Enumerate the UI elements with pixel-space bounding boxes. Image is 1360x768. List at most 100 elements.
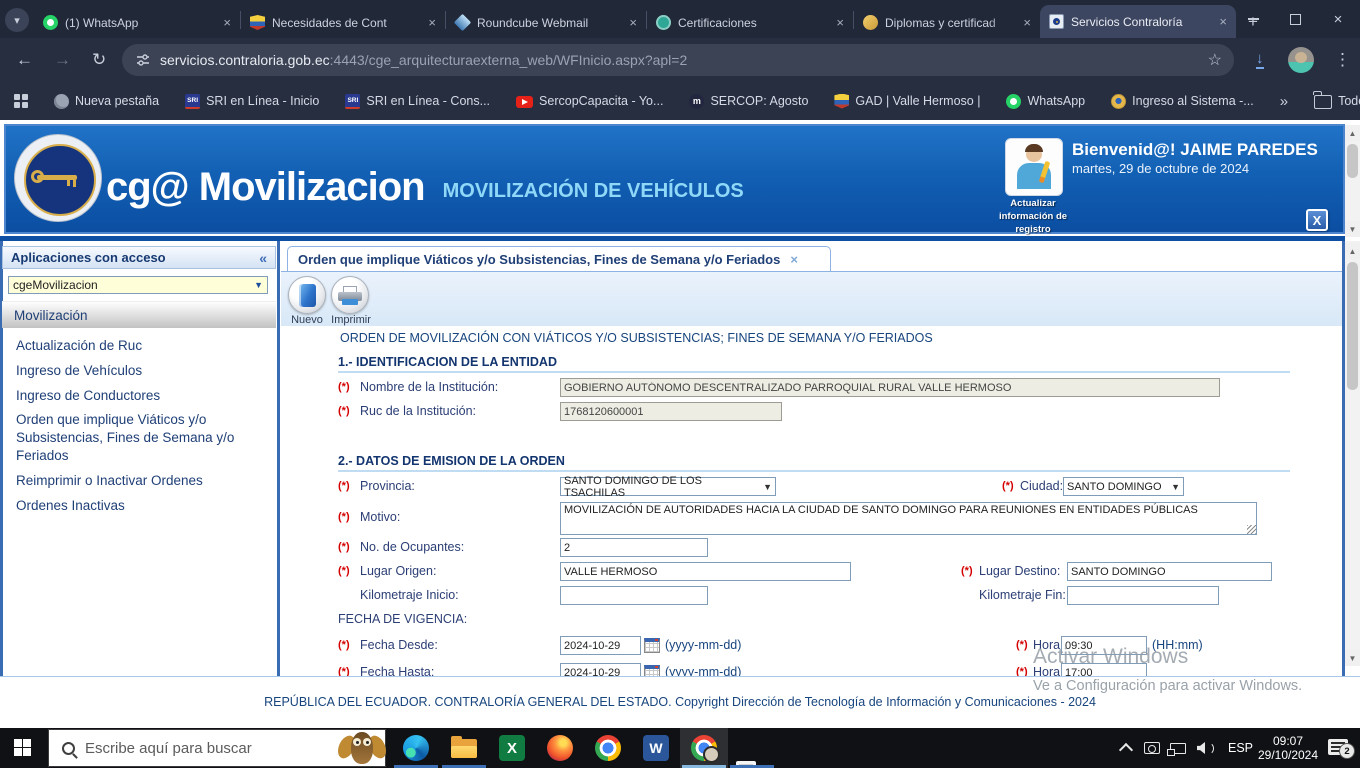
tab-close-icon[interactable]: × (1219, 14, 1227, 29)
taskbar-word-icon[interactable]: W (643, 735, 669, 761)
bookmark-sri-consultas[interactable]: SRI SRI en Línea - Cons... (345, 93, 490, 109)
notification-badge: 2 (1339, 743, 1355, 759)
app-title-block: cg@ Movilizacion MOVILIZACIÓN DE VEHÍCUL… (106, 165, 744, 210)
sidebar-item-ingreso-conductores[interactable]: Ingreso de Conductores (16, 387, 268, 405)
tab-search-button[interactable]: ▾ (5, 8, 29, 32)
site-settings-icon[interactable] (136, 53, 150, 67)
scroll-down-button[interactable]: ▼ (1345, 221, 1360, 237)
taskbar-firefox-icon[interactable] (547, 735, 573, 761)
print-button-label: Imprimir (331, 314, 371, 326)
start-button[interactable] (14, 739, 31, 756)
scrollbar-thumb[interactable] (1347, 144, 1358, 178)
scroll-down-button[interactable]: ▼ (1345, 650, 1360, 666)
back-button[interactable]: ← (16, 50, 33, 70)
sidebar-item-ordenes-inactivas[interactable]: Ordenes Inactivas (16, 497, 268, 515)
bookmark-whatsapp[interactable]: WhatsApp (1006, 93, 1085, 109)
tab-whatsapp[interactable]: (1) WhatsApp × (34, 7, 240, 38)
bookmark-sri-inicio[interactable]: SRI SRI en Línea - Inicio (185, 93, 319, 109)
fecha-desde-input[interactable] (560, 636, 641, 655)
bookmark-ingreso-sistema[interactable]: Ingreso al Sistema -... (1111, 93, 1254, 109)
sidebar-item-ingreso-vehiculos[interactable]: Ingreso de Vehículos (16, 362, 268, 380)
taskbar-search-box[interactable]: Escribe aquí para buscar (48, 729, 390, 767)
motivo-textarea[interactable]: MOVILIZACIÓN DE AUTORIDADES HACIA LA CIU… (560, 502, 1257, 535)
content-tab-close-icon[interactable]: × (790, 252, 798, 267)
calendar-icon[interactable] (644, 638, 660, 653)
tab-roundcube[interactable]: Roundcube Webmail × (446, 7, 646, 38)
reload-button[interactable]: ↻ (92, 50, 106, 70)
sidebar-collapse-icon[interactable]: « (259, 250, 267, 266)
lugar-origen-input[interactable] (560, 562, 851, 581)
scrollbar-thumb[interactable] (1347, 262, 1358, 390)
window-close-button[interactable]: × (1324, 0, 1352, 38)
tab-close-icon[interactable]: × (428, 15, 436, 30)
window-restore-button[interactable] (1281, 0, 1309, 38)
textarea-resize-handle[interactable] (1247, 525, 1256, 534)
all-bookmarks-button[interactable]: Todos los marcadores (1313, 91, 1360, 109)
required-marker: (*) (961, 565, 973, 577)
network-icon[interactable] (1167, 743, 1186, 756)
tab-servicios-contraloria-active[interactable]: Servicios Contraloría × (1040, 5, 1236, 38)
apps-grid-icon[interactable] (14, 94, 28, 108)
speaker-icon[interactable] (1197, 742, 1205, 754)
bookmarks-overflow-chevron[interactable]: » (1280, 93, 1288, 110)
tab-certificaciones[interactable]: Certificaciones × (647, 7, 853, 38)
taskbar-file-explorer-icon[interactable] (451, 735, 477, 761)
update-registration-avatar[interactable] (1005, 138, 1063, 196)
provincia-select[interactable]: SANTO DOMINGO DE LOS TSACHILAS ▼ (560, 475, 776, 499)
action-center-icon[interactable]: 2 (1328, 739, 1355, 759)
taskbar-chrome-icon[interactable] (595, 735, 621, 761)
taskbar-chrome-active-icon[interactable] (691, 735, 720, 763)
search-owl-image[interactable] (334, 730, 390, 766)
sidebar-item-orden-viaticos[interactable]: Orden que implique Viáticos y/o Subsiste… (16, 411, 268, 464)
lugar-destino-input[interactable] (1067, 562, 1272, 581)
new-button[interactable] (288, 276, 326, 314)
ruc-institucion-input[interactable] (560, 402, 782, 421)
ciudad-select[interactable]: SANTO DOMINGO ▼ (1063, 477, 1184, 496)
tab-close-icon[interactable]: × (1023, 15, 1031, 30)
tray-clock[interactable]: 09:07 29/10/2024 (1252, 734, 1324, 762)
form-toolbar (281, 272, 1342, 326)
application-select[interactable]: cgeMovilizacion ▼ (8, 276, 268, 294)
tab-close-icon[interactable]: × (836, 15, 844, 30)
sidebar-item-actualizacion-ruc[interactable]: Actualización de Ruc (16, 337, 268, 355)
bookmark-star-icon[interactable]: ☆ (1208, 50, 1222, 70)
sidebar-section-header[interactable]: Movilización (2, 301, 276, 328)
km-fin-input[interactable] (1067, 586, 1219, 605)
tray-display-icon[interactable] (1144, 742, 1160, 754)
bookmark-gad-valle-hermoso[interactable]: GAD | Valle Hermoso | (834, 93, 980, 109)
ocupantes-input[interactable] (560, 538, 708, 557)
tab-diplomas[interactable]: Diplomas y certificad × (854, 7, 1040, 38)
content-tab[interactable]: Orden que implique Viáticos y/o Subsiste… (287, 246, 831, 272)
scroll-up-button[interactable]: ▲ (1345, 243, 1360, 259)
window-minimize-button[interactable] (1239, 0, 1267, 38)
sercop-icon: m (689, 93, 705, 109)
taskbar-excel-icon[interactable]: X (499, 735, 525, 761)
tab-close-icon[interactable]: × (629, 15, 637, 30)
bookmark-nueva-pestana[interactable]: Nueva pestaña (54, 93, 159, 109)
sidebar-item-reimprimir-inactivar[interactable]: Reimprimir o Inactivar Ordenes (16, 472, 268, 490)
new-button-label: Nuevo (291, 314, 323, 326)
hidden-icons-chevron[interactable] (1118, 742, 1134, 758)
scroll-up-button[interactable]: ▲ (1345, 125, 1360, 141)
km-inicio-input[interactable] (560, 586, 708, 605)
tab-close-icon[interactable]: × (223, 15, 231, 30)
section1-title: 1.- IDENTIFICACION DE LA ENTIDAD (338, 355, 557, 369)
taskbar-edge-icon[interactable] (403, 735, 429, 761)
bookmark-sercop-agosto[interactable]: m SERCOP: Agosto (689, 93, 808, 109)
diplomas-icon (863, 15, 878, 30)
print-button[interactable] (331, 276, 369, 314)
browser-menu-icon[interactable]: ⋮ (1334, 50, 1351, 70)
address-bar[interactable]: servicios.contraloria.gob.ec:4443/cge_ar… (122, 44, 1234, 76)
forward-button[interactable]: → (54, 50, 71, 70)
avatar-caption[interactable]: Actualizar información de registro (985, 198, 1081, 236)
download-icon[interactable]: ↓ (1256, 51, 1264, 69)
tray-language-indicator[interactable]: ESP (1228, 741, 1253, 755)
tab-necesidades[interactable]: Necesidades de Cont × (241, 7, 445, 38)
profile-avatar[interactable] (1288, 47, 1314, 73)
bookmark-sercopcapacita[interactable]: SercopCapacita - Yo... (516, 94, 663, 108)
sidebar-divider (277, 241, 280, 676)
roundcube-icon (453, 13, 472, 32)
nombre-institucion-input[interactable] (560, 378, 1220, 397)
logout-close-button[interactable]: X (1306, 209, 1328, 231)
ciudad-select-value: SANTO DOMINGO (1067, 480, 1162, 493)
